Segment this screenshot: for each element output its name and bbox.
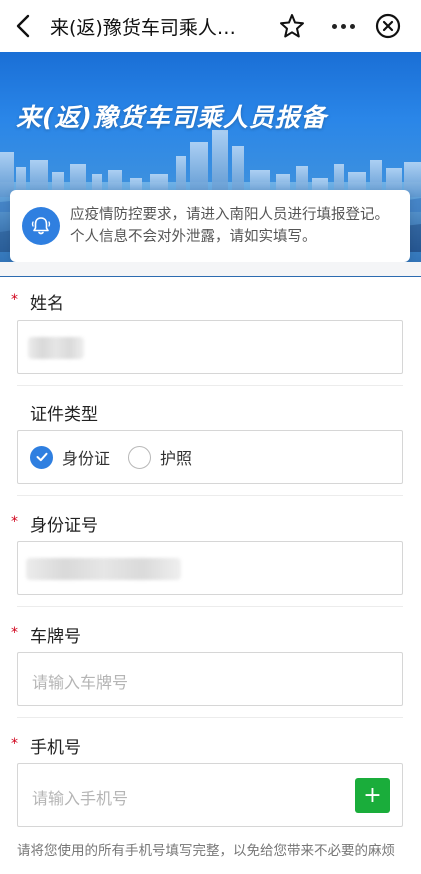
radio-checked-icon [30,445,53,469]
radio-passport[interactable]: 护照 [128,445,192,469]
divider [17,495,403,496]
star-icon [280,14,304,38]
more-button[interactable] [328,12,358,40]
radio-label: 护照 [160,449,193,468]
required-mark: * [11,625,18,641]
notice-text: 应疫情防控要求，请进入南阳人员进行填报登记。个人信息不会对外泄露，请如实填写。 [70,207,389,245]
phone-placeholder: 请输入手机号 [32,789,129,808]
nav-bar: 来(返)豫货车司乘人… [0,0,421,52]
more-icon [331,23,337,29]
star-button[interactable] [278,12,306,40]
phone-hint: 请将您使用的所有手机号填写完整，以免给您带来不必要的麻烦 [17,843,395,859]
radio-label: 身份证 [62,449,111,468]
name-label: 姓名 [30,294,64,314]
required-mark: * [11,736,18,752]
plate-label: 车牌号 [30,627,81,647]
add-phone-button[interactable]: + [355,778,390,813]
divider [17,385,403,386]
radio-unchecked-icon [128,445,151,469]
chevron-left-icon [16,14,30,38]
notice-card: 应疫情防控要求，请进入南阳人员进行填报登记。个人信息不会对外泄露，请如实填写。 [10,190,410,262]
banner-title: 来(返)豫货车司乘人员报备 [16,103,327,132]
bell-icon [22,207,60,245]
back-button[interactable] [10,12,38,40]
id-number-input[interactable] [17,541,403,595]
name-input[interactable] [17,320,403,374]
close-button[interactable] [374,12,402,40]
page-title: 来(返)豫货车司乘人… [50,17,236,39]
id-type-radio-group: 身份证 护照 [17,430,403,484]
masked-value [26,558,181,580]
required-mark: * [11,292,18,308]
section-gap [0,262,421,276]
id-number-label: 身份证号 [30,516,98,536]
masked-value [28,337,84,359]
close-circle-icon [375,13,401,39]
divider [17,717,403,718]
divider [17,606,403,607]
plate-placeholder: 请输入车牌号 [32,673,129,692]
required-mark: * [11,514,18,530]
phone-input[interactable]: 请输入手机号 + [17,763,403,827]
phone-label: 手机号 [30,738,81,758]
id-type-label: 证件类型 [30,405,98,425]
radio-id-card[interactable]: 身份证 [30,445,110,469]
plate-input[interactable]: 请输入车牌号 [17,652,403,706]
